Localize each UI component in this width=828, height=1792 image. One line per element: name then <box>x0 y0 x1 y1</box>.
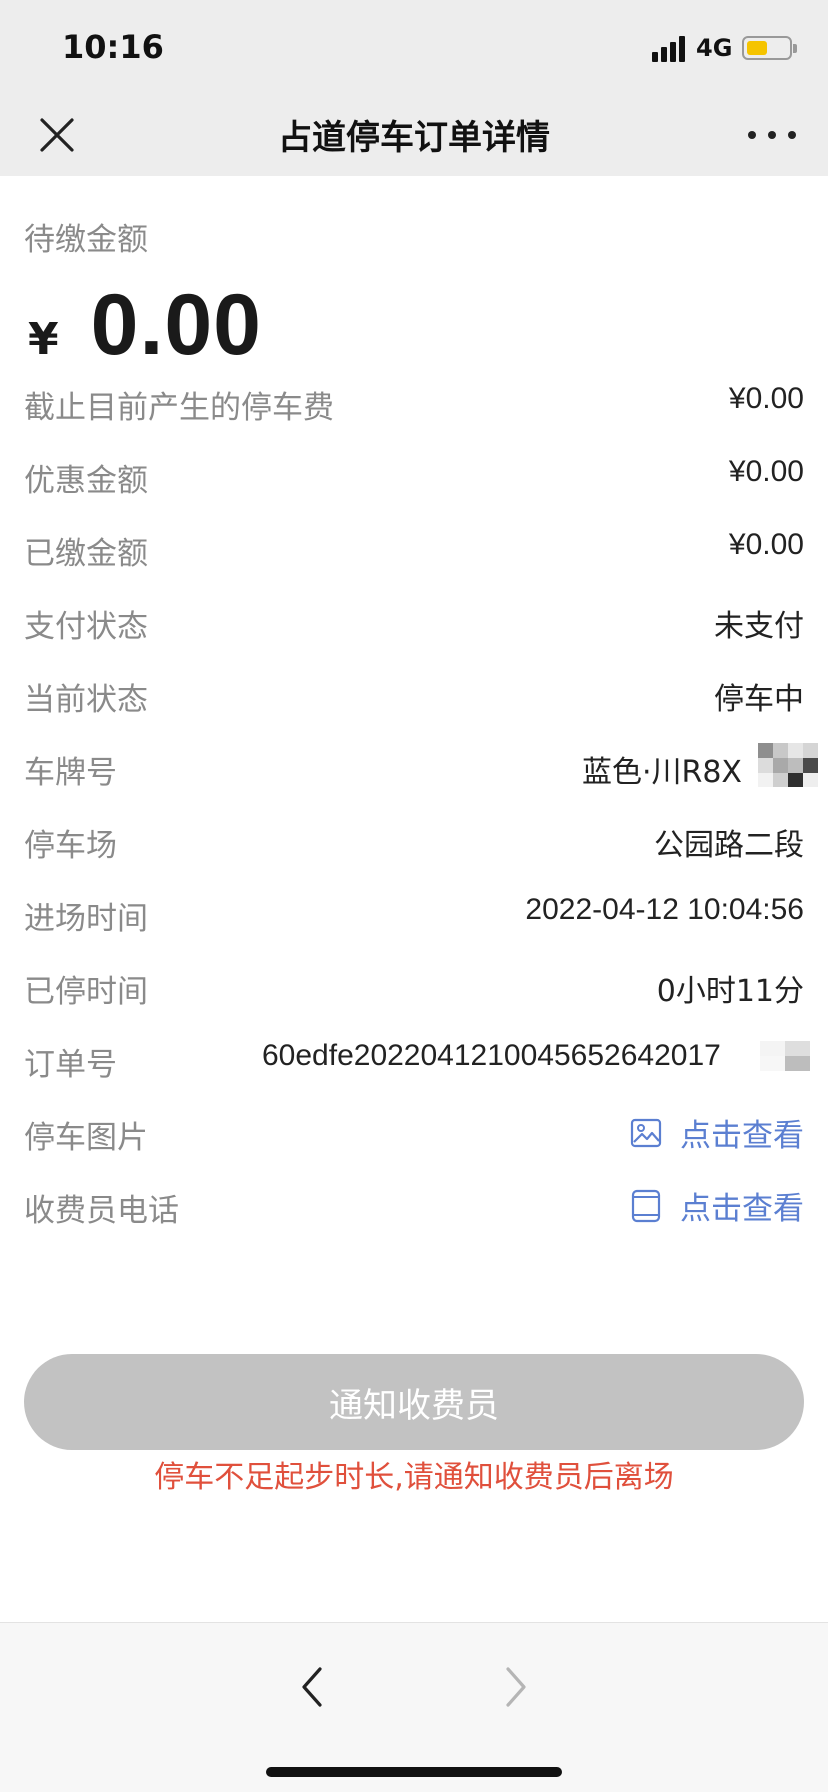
row-value: ¥0.00 <box>728 382 804 415</box>
row-value: ¥0.00 <box>728 455 804 488</box>
row-label: 截止目前产生的停车费 <box>24 390 334 426</box>
page-title: 占道停车订单详情 <box>278 118 550 158</box>
row-parking-fee: 截止目前产生的停车费 ¥0.00 <box>0 366 828 439</box>
battery-level <box>747 41 767 55</box>
row-label: 当前状态 <box>24 682 148 718</box>
row-label: 收费员电话 <box>24 1193 179 1229</box>
network-label: 4G <box>696 34 733 62</box>
row-value: 0小时11分 <box>656 974 804 1009</box>
row-label: 已停时间 <box>24 974 148 1010</box>
row-payment-status: 支付状态 未支付 <box>0 585 828 658</box>
row-label: 支付状态 <box>24 609 148 645</box>
battery-icon <box>742 36 797 60</box>
row-label: 停车图片 <box>24 1120 148 1156</box>
row-label: 车牌号 <box>24 755 117 791</box>
status-time: 10:16 <box>62 28 164 66</box>
row-entry-time: 进场时间 2022-04-12 10:04:56 <box>0 877 828 950</box>
row-value: 停车中 <box>714 682 804 717</box>
notify-collector-button[interactable]: 通知收费员 <box>24 1354 804 1450</box>
view-phone-link[interactable]: 点击查看 <box>630 1183 804 1228</box>
redaction-mosaic <box>760 1041 810 1071</box>
bottom-toolbar <box>0 1622 828 1792</box>
row-paid: 已缴金额 ¥0.00 <box>0 512 828 585</box>
view-photo-link[interactable]: 点击查看 <box>630 1110 804 1155</box>
row-order-number: 订单号 60edfe2022041210045652642017 <box>0 1023 828 1096</box>
currency-symbol: ¥ <box>28 314 59 365</box>
home-indicator <box>266 1767 562 1777</box>
more-icon[interactable] <box>744 110 800 160</box>
order-number-value: 60edfe2022041210045652642017 <box>262 1039 721 1072</box>
view-photo-label: 点击查看 <box>680 1118 804 1154</box>
row-duration: 已停时间 0小时11分 <box>0 950 828 1023</box>
row-value: ¥0.00 <box>728 528 804 561</box>
row-label: 停车场 <box>24 828 117 864</box>
row-label: 订单号 <box>24 1047 117 1083</box>
row-discount: 优惠金额 ¥0.00 <box>0 439 828 512</box>
row-value: 公园路二段 <box>654 828 804 863</box>
phone-icon <box>631 1189 661 1222</box>
detail-rows: 截止目前产生的停车费 ¥0.00 优惠金额 ¥0.00 已缴金额 ¥0.00 支… <box>0 366 828 1242</box>
forward-arrow-icon[interactable] <box>490 1657 538 1717</box>
row-collector-phone: 收费员电话 点击查看 <box>0 1169 828 1242</box>
row-label: 进场时间 <box>24 901 148 937</box>
row-parking-lot: 停车场 公园路二段 <box>0 804 828 877</box>
signal-icon <box>652 36 685 62</box>
image-icon <box>630 1118 662 1147</box>
due-label: 待缴金额 <box>24 222 148 258</box>
redaction-mosaic <box>758 743 818 787</box>
plate-value: 蓝色·川R8X <box>581 755 742 790</box>
status-bar: 10:16 4G <box>0 0 828 96</box>
nav-bar: 占道停车订单详情 <box>0 96 828 176</box>
leave-hint: 停车不足起步时长,请通知收费员后离场 <box>154 1460 674 1495</box>
row-plate: 车牌号 蓝色·川R8X <box>0 731 828 804</box>
due-value: 0.00 <box>90 277 263 373</box>
row-parking-photo: 停车图片 点击查看 <box>0 1096 828 1169</box>
due-amount: ¥ 0.00 <box>28 276 262 376</box>
row-current-status: 当前状态 停车中 <box>0 658 828 731</box>
back-arrow-icon[interactable] <box>290 1657 338 1717</box>
view-phone-label: 点击查看 <box>680 1191 804 1227</box>
row-label: 优惠金额 <box>24 463 148 499</box>
row-label: 已缴金额 <box>24 536 148 572</box>
row-value: 未支付 <box>714 609 804 644</box>
row-value: 2022-04-12 10:04:56 <box>525 893 804 926</box>
